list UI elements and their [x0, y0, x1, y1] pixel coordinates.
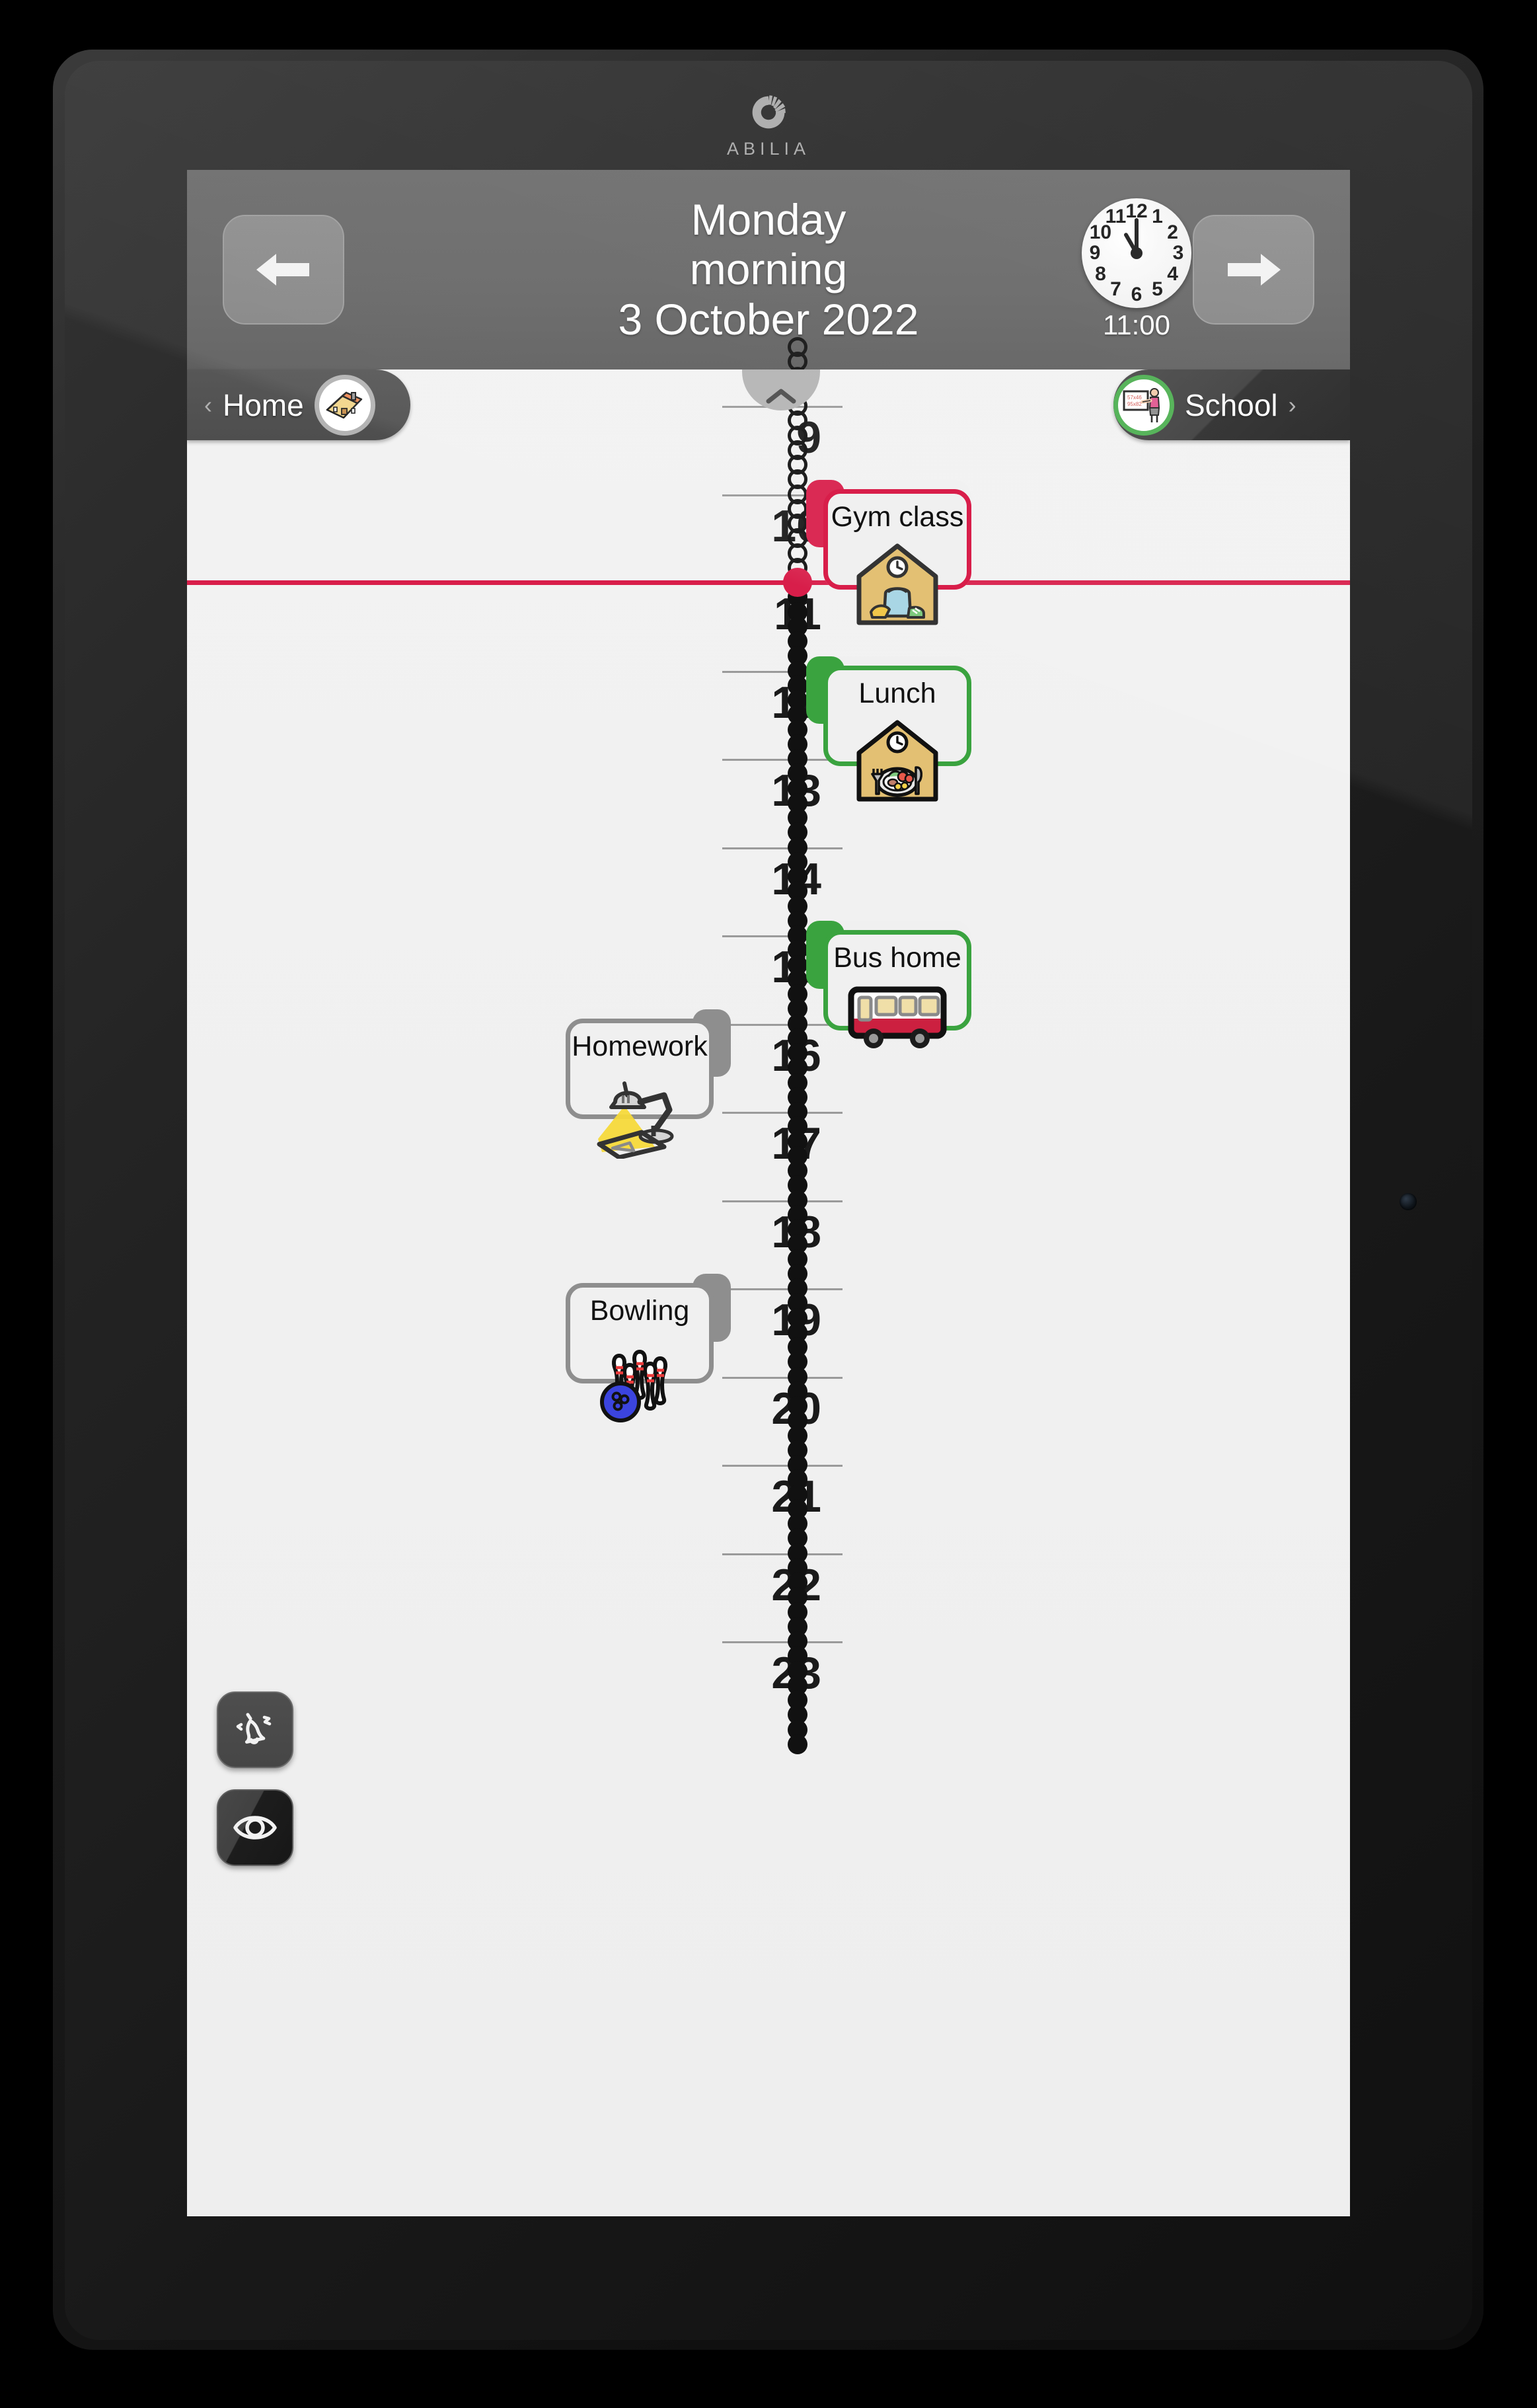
- category-tab-home[interactable]: ‹ Home: [187, 369, 410, 440]
- current-time-line: [187, 580, 1350, 585]
- hour-separator-line: [722, 1288, 843, 1290]
- activity-card-icon: [846, 980, 949, 1058]
- day-name: Monday: [691, 195, 846, 245]
- digital-time: 11:00: [1103, 309, 1170, 340]
- chevron-right-icon: ›: [1288, 391, 1296, 418]
- brand-wordmark: ABILIA: [726, 139, 811, 159]
- day-timeline[interactable]: 91011121314151617181920212223 Gym class …: [187, 337, 1350, 2216]
- teacher-blackboard-icon: 57x46 95x82: [1113, 374, 1174, 436]
- activity-card-icon: [590, 1069, 689, 1162]
- hour-separator-line: [722, 1200, 843, 1202]
- activity-card-body: Bus home: [823, 930, 971, 1049]
- hour-separator-line: [722, 1023, 843, 1026]
- visibility-button[interactable]: [217, 1789, 293, 1866]
- desk-lamp-icon: [597, 1081, 674, 1160]
- svg-text:95x82: 95x82: [1127, 401, 1142, 407]
- activity-card-title: Homework: [572, 1030, 708, 1062]
- bell-icon: [236, 1713, 272, 1744]
- previous-day-button[interactable]: [223, 215, 344, 325]
- arrow-right-icon: [1228, 254, 1281, 286]
- activity-card[interactable]: Bus home: [806, 921, 971, 1049]
- activity-card-body: Gym class: [823, 488, 971, 625]
- activity-card[interactable]: Bowling: [566, 1274, 731, 1423]
- scroll-up-button[interactable]: [742, 369, 820, 410]
- activity-card-title: Gym class: [831, 500, 964, 533]
- tablet-screen: Monday morning 3 October 2022 12 1 2 3 4 5 6 7 8…: [187, 170, 1350, 2216]
- hour-separator-line: [722, 1376, 843, 1379]
- activity-card[interactable]: Lunch: [806, 656, 971, 802]
- hour-separator-line: [722, 1112, 843, 1114]
- front-camera: [1400, 1193, 1417, 1210]
- activity-card-icon: [851, 716, 944, 809]
- activity-card-icon: [590, 1333, 689, 1426]
- brand-logo-area: ABILIA: [0, 93, 1537, 159]
- chevron-up-icon: [766, 389, 796, 404]
- clock-hands: [1124, 218, 1143, 259]
- chevron-left-icon: ‹: [204, 391, 212, 418]
- full-date: 3 October 2022: [618, 294, 919, 344]
- activity-card-title: Bus home: [833, 942, 961, 974]
- hour-separator-line: [722, 1641, 843, 1643]
- activity-card-body: Bowling: [566, 1283, 714, 1423]
- category-label-school: School: [1185, 387, 1278, 422]
- activity-card-title: Lunch: [858, 677, 936, 709]
- hour-separator-line: [722, 759, 843, 761]
- hour-separator-line: [722, 847, 843, 849]
- activity-card-title: Bowling: [589, 1295, 690, 1327]
- analog-clock: 12 1 2 3 4 5 6 7 8 9 10 11: [1082, 198, 1191, 308]
- activity-card[interactable]: Gym class: [806, 479, 971, 625]
- next-day-button[interactable]: [1193, 215, 1314, 325]
- alarm-button[interactable]: [217, 1691, 293, 1768]
- clock-widget[interactable]: 12 1 2 3 4 5 6 7 8 9 10 11 11:00: [1082, 198, 1191, 341]
- activity-card-body: Lunch: [823, 665, 971, 802]
- eye-icon: [233, 1816, 277, 1840]
- bowling-icon: [600, 1350, 667, 1423]
- activity-card-icon: [851, 539, 944, 633]
- date-title: Monday morning 3 October 2022: [619, 195, 919, 344]
- gym-bag-building-icon: [856, 543, 938, 625]
- hour-separator-line: [722, 1553, 843, 1555]
- activity-card[interactable]: Homework: [566, 1009, 731, 1160]
- bus-icon: [848, 986, 947, 1049]
- current-time-dot: [783, 568, 812, 597]
- activity-card-body: Homework: [566, 1018, 714, 1160]
- date-header: Monday morning 3 October 2022 12 1 2 3 4 5 6 7 8…: [187, 170, 1350, 369]
- hour-separator-line: [722, 1465, 843, 1467]
- header-center: Monday morning 3 October 2022 12 1 2 3 4 5 6 7 8…: [344, 170, 1193, 369]
- abilia-sunburst-logo: [752, 95, 786, 129]
- timeline-dot: [788, 1734, 807, 1754]
- house-icon: [314, 374, 375, 436]
- lunch-plate-building-icon: [856, 720, 938, 802]
- category-tab-school[interactable]: 57x46 95x82 School ›: [1113, 369, 1350, 440]
- category-label-home: Home: [223, 387, 304, 422]
- svg-text:57x46: 57x46: [1127, 395, 1142, 401]
- arrow-left-icon: [256, 254, 309, 286]
- part-of-day: morning: [689, 245, 848, 294]
